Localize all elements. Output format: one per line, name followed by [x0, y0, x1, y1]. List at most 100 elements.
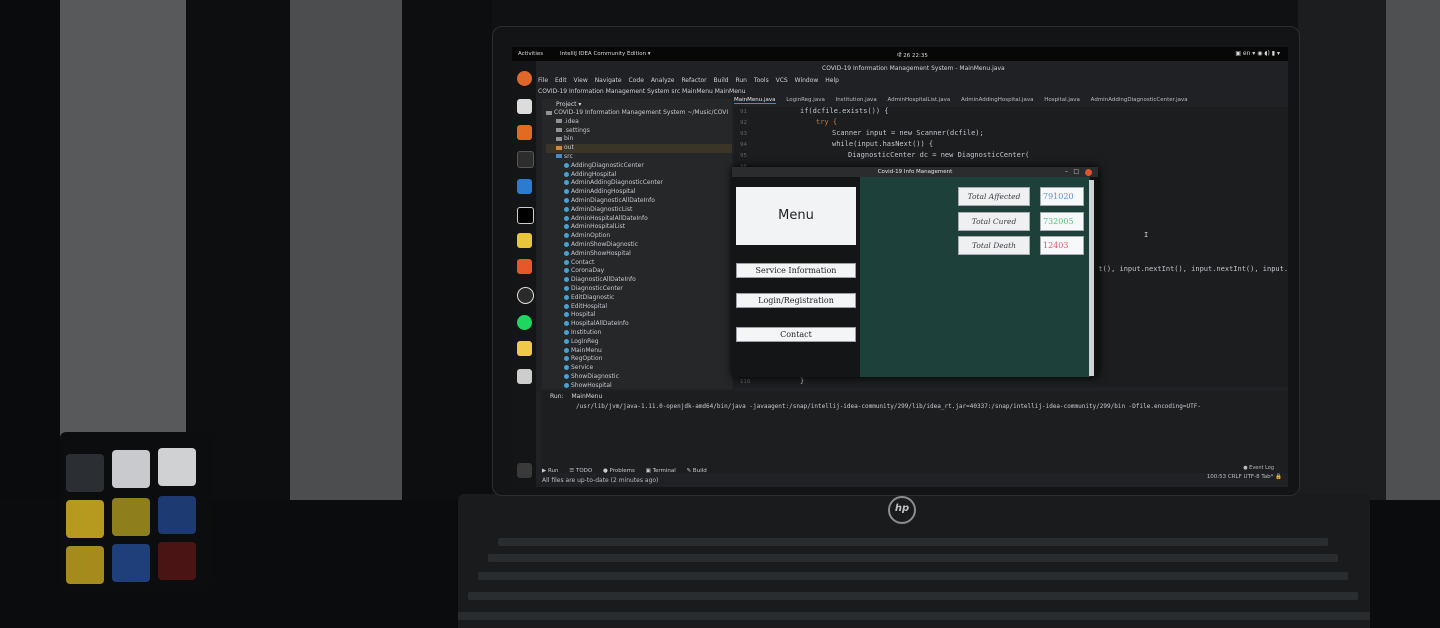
tab-adminaddingdiagnosticcenter[interactable]: AdminAddingDiagnosticCenter.java — [1091, 97, 1188, 103]
tree-folder[interactable]: out — [546, 144, 732, 153]
code-line: if(dcfile.exists()) { — [800, 107, 889, 115]
app-menu[interactable]: IntelliJ IDEA Community Edition ▾ — [560, 51, 651, 57]
tab-institution[interactable]: Institution.java — [836, 97, 877, 103]
menu-edit[interactable]: Edit — [555, 77, 567, 84]
tree-class[interactable]: HospitalAllDateInfo — [546, 320, 732, 329]
event-log-button[interactable]: ● Event Log — [1243, 465, 1274, 471]
keyboard-row — [478, 572, 1348, 580]
service-information-button[interactable]: Service Information — [736, 263, 856, 278]
software-center-icon[interactable] — [517, 125, 532, 140]
close-icon[interactable] — [1085, 169, 1092, 176]
tab-build[interactable]: ✎ Build — [687, 468, 707, 474]
status-indicators[interactable]: 100:53 CRLF UTF-8 Tab* 🔒 — [1207, 474, 1282, 480]
tree-class[interactable]: Institution — [546, 329, 732, 338]
tree-folder[interactable]: src — [546, 153, 732, 162]
class-icon — [564, 303, 569, 309]
tab-problems[interactable]: ● Problems — [603, 468, 635, 474]
tree-class[interactable]: LoginReg — [546, 338, 732, 347]
tree-class[interactable]: AdminHospitalAllDateInfo — [546, 215, 732, 224]
tree-class[interactable]: AdminAddingHospital — [546, 188, 732, 197]
app-scrollbar[interactable] — [1089, 180, 1094, 376]
tree-class[interactable]: AdminOption — [546, 232, 732, 241]
tree-folder[interactable]: bin — [546, 135, 732, 144]
tree-class[interactable]: Contact — [546, 259, 732, 268]
tab-run[interactable]: ▶ Run — [542, 468, 559, 474]
menu-navigate[interactable]: Navigate — [595, 77, 622, 84]
app-grid-icon[interactable] — [517, 463, 532, 478]
tree-class[interactable]: ShowHospital — [546, 382, 732, 391]
vscode-icon[interactable] — [517, 179, 532, 194]
class-icon — [564, 206, 569, 212]
tree-class[interactable]: AdminShowHospital — [546, 250, 732, 259]
tree-class[interactable]: Hospital — [546, 311, 732, 320]
menu-refactor[interactable]: Refactor — [681, 77, 706, 84]
menu-help[interactable]: Help — [825, 77, 839, 84]
notes-icon[interactable] — [517, 341, 532, 356]
tree-class[interactable]: AdminShowDiagnostic — [546, 241, 732, 250]
tab-adminhospitallist[interactable]: AdminHospitalList.java — [887, 97, 950, 103]
intellij-icon[interactable] — [517, 207, 534, 224]
login-registration-button[interactable]: Login/Registration — [736, 293, 856, 308]
tree-folder[interactable]: .idea — [546, 118, 732, 127]
contact-button[interactable]: Contact — [736, 327, 856, 342]
spotify-icon[interactable] — [517, 315, 532, 330]
run-command-output: /usr/lib/jvm/java-1.11.0-openjdk-amd64/b… — [576, 403, 1201, 410]
class-icon — [564, 356, 569, 362]
app-left-pane: Menu Service Information Login/Registrat… — [732, 177, 860, 377]
system-indicators[interactable]: ▣ en ▾ ◉ ◖) ▮ ▾ — [1235, 50, 1280, 57]
project-header[interactable]: Project ▾ — [556, 101, 581, 108]
tree-class[interactable]: EditDiagnostic — [546, 294, 732, 303]
tree-class[interactable]: DiagnosticAllDateInfo — [546, 276, 732, 285]
clock[interactable]: पौ 26 22:35 — [897, 51, 928, 59]
menu-vcs[interactable]: VCS — [776, 77, 788, 84]
menu-file[interactable]: File — [538, 77, 548, 84]
menu-run[interactable]: Run — [735, 77, 747, 84]
tab-mainmenu[interactable]: MainMenu.java — [734, 97, 776, 104]
maximize-icon[interactable]: □ — [1073, 167, 1079, 177]
tree-class[interactable]: CoronaDay — [546, 267, 732, 276]
tree-class[interactable]: ShowDiagnostic — [546, 373, 732, 382]
tab-hospital[interactable]: Hospital.java — [1044, 97, 1080, 103]
code-line: try { — [816, 118, 838, 126]
class-icon — [564, 294, 569, 300]
tab-todo[interactable]: ☰ TODO — [569, 468, 592, 474]
menu-window[interactable]: Window — [795, 77, 819, 84]
menu-analyze[interactable]: Analyze — [651, 77, 675, 84]
brave-icon[interactable] — [517, 259, 532, 274]
tree-class[interactable]: AdminDiagnosticAllDateInfo — [546, 197, 732, 206]
drive-icon[interactable] — [517, 369, 532, 384]
files-icon[interactable] — [517, 99, 532, 114]
tree-root[interactable]: COVID-19 Information Management System ~… — [546, 109, 732, 118]
line-number: 91 — [740, 109, 747, 115]
tree-class[interactable]: AddingHospital — [546, 171, 732, 180]
text-cursor-icon: I — [1144, 231, 1149, 239]
obs-icon[interactable] — [517, 287, 534, 304]
folder-icon — [556, 128, 562, 133]
tree-class[interactable]: Service — [546, 364, 732, 373]
cube-square — [112, 498, 150, 536]
tree-class[interactable]: DiagnosticCenter — [546, 285, 732, 294]
run-tab-mainmenu[interactable]: MainMenu — [571, 393, 602, 400]
python-icon[interactable] — [517, 233, 532, 248]
menu-build[interactable]: Build — [714, 77, 729, 84]
tree-class[interactable]: MainMenu — [546, 347, 732, 356]
tree-class[interactable]: AddingDiagnosticCenter — [546, 162, 732, 171]
activities-button[interactable]: Activities — [518, 51, 543, 57]
breadcrumb[interactable]: COVID-19 Information Management System s… — [538, 88, 746, 95]
terminal-icon[interactable] — [517, 151, 534, 168]
tab-loginreg[interactable]: LoginReg.java — [786, 97, 825, 103]
tab-adminaddinghospital[interactable]: AdminAddingHospital.java — [961, 97, 1033, 103]
tree-class[interactable]: AdminAddingDiagnosticCenter — [546, 179, 732, 188]
minimize-icon[interactable]: – — [1065, 167, 1068, 177]
class-icon — [564, 338, 569, 344]
menu-code[interactable]: Code — [629, 77, 644, 84]
tab-terminal[interactable]: ▣ Terminal — [646, 468, 676, 474]
tree-class[interactable]: RegOption — [546, 355, 732, 364]
menu-tools[interactable]: Tools — [754, 77, 769, 84]
firefox-icon[interactable] — [517, 71, 532, 86]
tree-folder[interactable]: .settings — [546, 127, 732, 136]
menu-view[interactable]: View — [574, 77, 588, 84]
tree-class[interactable]: AdminDiagnosticList — [546, 206, 732, 215]
tree-class[interactable]: EditHospital — [546, 303, 732, 312]
tree-class[interactable]: AdminHospitalList — [546, 223, 732, 232]
